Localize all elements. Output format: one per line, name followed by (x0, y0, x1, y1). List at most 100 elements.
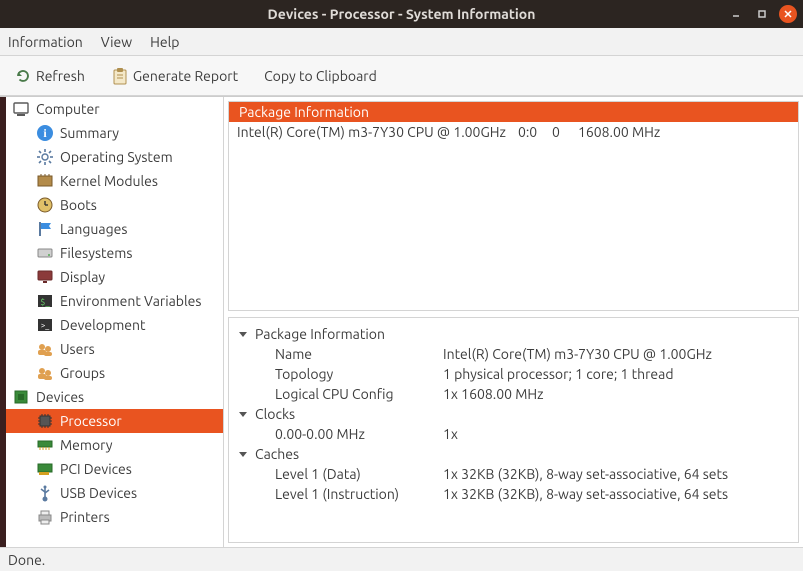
sidebar-item-label: USB Devices (60, 485, 137, 501)
sidebar-item-display[interactable]: Display (6, 265, 223, 289)
sidebar[interactable]: Computer i Summary Operating System Kernel M… (6, 97, 224, 547)
chip-icon (12, 388, 30, 406)
menu-information[interactable]: Information (8, 34, 83, 50)
close-button[interactable] (779, 5, 797, 23)
detail-group-header[interactable]: Package Information (233, 324, 794, 344)
detail-key: Level 1 (Data) (275, 466, 443, 482)
menu-help[interactable]: Help (150, 34, 179, 50)
sidebar-item-label: Environment Variables (60, 293, 201, 309)
users-icon (36, 340, 54, 358)
sidebar-item-label: Kernel Modules (60, 173, 158, 189)
generate-report-button[interactable]: Generate Report (105, 63, 244, 89)
copy-button[interactable]: Copy to Clipboard (258, 64, 383, 88)
detail-value: 1 physical processor; 1 core; 1 thread (443, 366, 674, 382)
detail-value: 1x 32KB (32KB), 8-way set-associative, 6… (443, 466, 728, 482)
statusbar: Done. (0, 547, 803, 571)
sidebar-item-memory[interactable]: Memory (6, 433, 223, 457)
report-icon (111, 67, 129, 85)
sidebar-item-summary[interactable]: i Summary (6, 121, 223, 145)
sidebar-item-pci-devices[interactable]: PCI Devices (6, 457, 223, 481)
detail-row: Topology1 physical processor; 1 core; 1 … (233, 364, 794, 384)
detail-key: Logical CPU Config (275, 386, 443, 402)
info-icon: i (36, 124, 54, 142)
detail-value: 1x 32KB (32KB), 8-way set-associative, 6… (443, 486, 728, 502)
users-icon (36, 364, 54, 382)
detail-value: 1x 1608.00 MHz (443, 386, 544, 402)
detail-row: Level 1 (Data)1x 32KB (32KB), 8-way set-… (233, 464, 794, 484)
detail-key: Level 1 (Instruction) (275, 486, 443, 502)
window-title: Devices - Processor - System Information (268, 6, 536, 22)
sidebar-item-label: Processor (60, 413, 122, 429)
sidebar-item-printers[interactable]: Printers (6, 505, 223, 529)
sidebar-item-label: Computer (36, 101, 100, 117)
package-col3: 0 (552, 124, 566, 140)
detail-group-header[interactable]: Clocks (233, 404, 794, 424)
detail-group-title: Package Information (255, 326, 385, 342)
svg-text:$_: $_ (40, 297, 50, 307)
content-area: Package Information Intel(R) Core(TM) m3… (224, 97, 803, 547)
cpu-icon (36, 412, 54, 430)
sidebar-item-kernel-modules[interactable]: Kernel Modules (6, 169, 223, 193)
terminal-icon: >_ (36, 316, 54, 334)
menubar: Information View Help (0, 28, 803, 56)
flag-icon (36, 220, 54, 238)
svg-text:>_: >_ (41, 321, 50, 330)
sidebar-item-operating-system[interactable]: Operating System (6, 145, 223, 169)
maximize-button[interactable] (753, 5, 771, 23)
toolbar: Refresh Generate Report Copy to Clipboar… (0, 56, 803, 96)
sidebar-item-label: Development (60, 317, 146, 333)
memory-icon (36, 436, 54, 454)
status-text: Done. (8, 552, 45, 568)
sidebar-item-label: Display (60, 269, 105, 285)
sidebar-item-label: Filesystems (60, 245, 132, 261)
usb-icon (36, 484, 54, 502)
detail-group-title: Caches (255, 446, 299, 462)
sidebar-item-boots[interactable]: Boots (6, 193, 223, 217)
sidebar-item-label: Devices (36, 389, 84, 405)
sidebar-item-computer[interactable]: Computer (6, 97, 223, 121)
minimize-button[interactable] (727, 5, 745, 23)
detail-key: 0.00-0.00 MHz (275, 426, 443, 442)
refresh-button[interactable]: Refresh (8, 63, 91, 89)
sidebar-item-label: Memory (60, 437, 113, 453)
disclosure-down-icon (237, 408, 249, 420)
env-icon: $_ (36, 292, 54, 310)
detail-row: Logical CPU Config1x 1608.00 MHz (233, 384, 794, 404)
titlebar: Devices - Processor - System Information (0, 0, 803, 28)
detail-group-header[interactable]: Caches (233, 444, 794, 464)
sidebar-item-filesystems[interactable]: Filesystems (6, 241, 223, 265)
sidebar-item-label: Groups (60, 365, 105, 381)
sidebar-item-development[interactable]: >_ Development (6, 313, 223, 337)
sidebar-item-languages[interactable]: Languages (6, 217, 223, 241)
sidebar-item-processor[interactable]: Processor (6, 409, 223, 433)
bottom-pane[interactable]: Package Information NameIntel(R) Core(TM)… (228, 317, 799, 543)
clock-icon (36, 196, 54, 214)
top-pane[interactable]: Package Information Intel(R) Core(TM) m3… (228, 101, 799, 311)
sidebar-item-environment-variables[interactable]: $_ Environment Variables (6, 289, 223, 313)
menu-view[interactable]: View (101, 34, 132, 50)
sidebar-item-label: Languages (60, 221, 127, 237)
detail-value: Intel(R) Core(TM) m3-7Y30 CPU @ 1.00GHz (443, 346, 712, 362)
detail-key: Name (275, 346, 443, 362)
disclosure-down-icon (237, 328, 249, 340)
sidebar-item-label: Summary (60, 125, 119, 141)
detail-key: Topology (275, 366, 443, 382)
package-col2: 0:0 (518, 124, 540, 140)
sidebar-item-devices[interactable]: Devices (6, 385, 223, 409)
detail-row: 0.00-0.00 MHz1x (233, 424, 794, 444)
top-pane-header: Package Information (229, 102, 798, 122)
sidebar-item-label: Users (60, 341, 95, 357)
main-area: Computer i Summary Operating System Kernel M… (0, 96, 803, 547)
sidebar-item-users[interactable]: Users (6, 337, 223, 361)
sidebar-item-groups[interactable]: Groups (6, 361, 223, 385)
generate-report-label: Generate Report (133, 68, 238, 84)
detail-group-title: Clocks (255, 406, 295, 422)
disclosure-down-icon (237, 448, 249, 460)
detail-row: Level 1 (Instruction)1x 32KB (32KB), 8-w… (233, 484, 794, 504)
detail-row: NameIntel(R) Core(TM) m3-7Y30 CPU @ 1.00… (233, 344, 794, 364)
module-icon (36, 172, 54, 190)
sidebar-item-label: PCI Devices (60, 461, 132, 477)
package-row[interactable]: Intel(R) Core(TM) m3-7Y30 CPU @ 1.00GHz … (229, 122, 798, 142)
sidebar-item-usb-devices[interactable]: USB Devices (6, 481, 223, 505)
drive-icon (36, 244, 54, 262)
